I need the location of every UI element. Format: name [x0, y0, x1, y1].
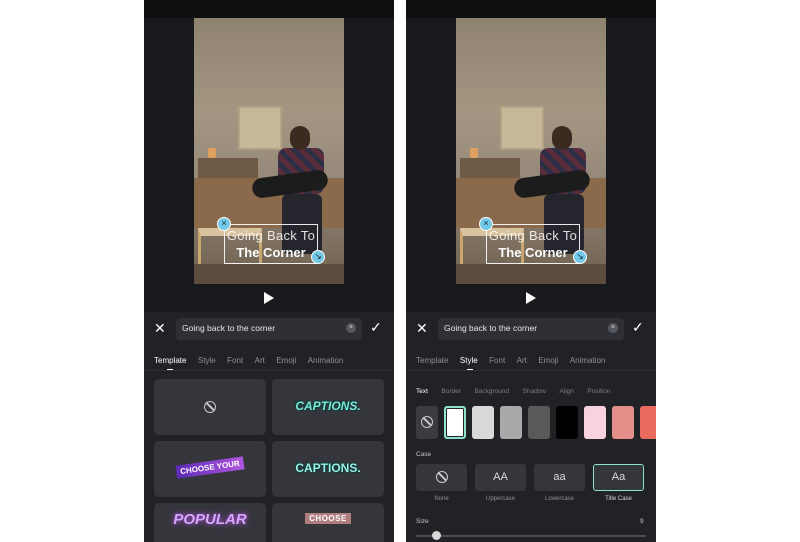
tab-style[interactable]: Style	[198, 356, 216, 365]
template-label: CAPTIONS.	[295, 399, 361, 413]
template-none[interactable]	[154, 379, 266, 435]
template-label: POPULAR	[173, 511, 247, 528]
color-swatch[interactable]	[640, 406, 656, 439]
template-choose[interactable]: CHOOSE	[272, 503, 384, 542]
caption-text-box[interactable]: Going Back To The Corner	[224, 224, 318, 264]
status-bar	[144, 0, 394, 18]
caption-text-value: Going back to the corner	[444, 323, 538, 333]
divider	[144, 370, 394, 371]
caption-resize-handle[interactable]: ↘	[311, 250, 325, 264]
swatch-none[interactable]	[416, 406, 438, 439]
subtab-text[interactable]: Text	[416, 388, 428, 395]
tab-emoji[interactable]: Emoji	[276, 356, 296, 365]
size-slider-thumb[interactable]	[432, 531, 441, 540]
tab-animation[interactable]: Animation	[308, 356, 344, 365]
video-preview[interactable]: Going Back To The Corner × ↘	[456, 18, 606, 284]
tab-emoji[interactable]: Emoji	[538, 356, 558, 365]
clear-icon[interactable]: ×	[346, 323, 356, 333]
tab-art[interactable]: Art	[255, 356, 265, 365]
shelf	[198, 158, 258, 180]
tab-style[interactable]: Style	[460, 356, 478, 371]
text-edit-panel: ✕ Going back to the corner × ✓ Template …	[406, 312, 656, 542]
color-swatch[interactable]	[472, 406, 494, 439]
close-icon[interactable]: ✕	[416, 321, 428, 335]
style-subtab-bar: Text Border Background Shadow Align Posi…	[416, 380, 620, 398]
floor	[456, 264, 606, 284]
shelf	[460, 158, 520, 180]
subtab-border[interactable]: Border	[441, 388, 461, 395]
tab-art[interactable]: Art	[517, 356, 527, 365]
tab-template[interactable]: Template	[154, 356, 186, 371]
size-value: 9	[640, 518, 644, 525]
size-label: Size	[416, 518, 429, 525]
case-none-label: None	[434, 496, 449, 502]
caption-delete-handle[interactable]: ×	[217, 217, 231, 231]
caption-text-input[interactable]: Going back to the corner ×	[176, 318, 362, 340]
case-label: Case	[416, 451, 432, 458]
case-titlecase-label: Title Case	[605, 496, 632, 502]
text-edit-panel: ✕ Going back to the corner × ✓ Template …	[144, 312, 394, 542]
caption-text-box[interactable]: Going Back To The Corner	[486, 224, 580, 264]
caption-delete-handle[interactable]: ×	[479, 217, 493, 231]
caption-line-2: The Corner	[498, 245, 568, 260]
tab-font[interactable]: Font	[227, 356, 243, 365]
tab-animation[interactable]: Animation	[570, 356, 606, 365]
caption-text-value: Going back to the corner	[182, 323, 276, 333]
case-uppercase-option[interactable]: AA	[475, 464, 526, 491]
caption-resize-handle[interactable]: ↘	[573, 250, 587, 264]
template-label: CHOOSE	[305, 513, 351, 524]
template-choose-your[interactable]: CHOOSE YOUR	[154, 441, 266, 497]
color-swatch[interactable]	[500, 406, 522, 439]
template-label: CHOOSE YOUR	[175, 456, 245, 479]
template-popular[interactable]: POPULAR	[154, 503, 266, 542]
clear-icon[interactable]: ×	[608, 323, 618, 333]
phone-screen-template: Going Back To The Corner × ↘ ✕ Going bac…	[144, 0, 394, 542]
template-captions-light[interactable]: CAPTIONS.	[272, 441, 384, 497]
case-titlecase-option[interactable]: Aa	[593, 464, 644, 491]
close-icon[interactable]: ✕	[154, 321, 166, 335]
none-icon	[204, 401, 216, 413]
caption-line-1: Going Back To	[226, 228, 316, 243]
head	[290, 126, 310, 150]
none-icon	[421, 416, 433, 428]
template-captions-teal[interactable]: CAPTIONS.	[272, 379, 384, 435]
head	[552, 126, 572, 150]
caption-line-1: Going Back To	[488, 228, 578, 243]
color-swatch[interactable]	[584, 406, 606, 439]
video-preview[interactable]: Going Back To The Corner × ↘	[194, 18, 344, 284]
phone-screen-style: Going Back To The Corner × ↘ ✕ Going bac…	[406, 0, 656, 542]
tab-template[interactable]: Template	[416, 356, 448, 365]
tab-font[interactable]: Font	[489, 356, 505, 365]
case-lowercase-label: Lowercase	[544, 496, 574, 502]
subtab-background[interactable]: Background	[474, 388, 509, 395]
edit-row: ✕ Going back to the corner × ✓	[144, 318, 394, 340]
none-icon	[435, 471, 448, 484]
case-none-option[interactable]	[416, 464, 467, 491]
color-swatch[interactable]	[444, 406, 466, 439]
tab-bar: Template Style Font Art Emoji Animation	[416, 350, 612, 371]
color-swatch[interactable]	[528, 406, 550, 439]
caption-text-input[interactable]: Going back to the corner ×	[438, 318, 624, 340]
floor	[194, 264, 344, 284]
confirm-icon[interactable]: ✓	[632, 320, 644, 334]
tab-bar: Template Style Font Art Emoji Animation	[154, 350, 350, 371]
play-icon[interactable]	[264, 292, 274, 304]
case-lowercase-option[interactable]: aa	[534, 464, 585, 491]
template-label: CAPTIONS.	[295, 461, 361, 475]
lamp	[208, 148, 216, 158]
size-slider-track[interactable]	[416, 535, 646, 537]
edit-row: ✕ Going back to the corner × ✓	[406, 318, 656, 340]
divider	[406, 370, 656, 371]
confirm-icon[interactable]: ✓	[370, 320, 382, 334]
subtab-shadow[interactable]: Shadow	[523, 388, 547, 395]
caption-line-2: The Corner	[236, 245, 306, 260]
lamp	[470, 148, 478, 158]
play-icon[interactable]	[526, 292, 536, 304]
case-uppercase-label: Uppercase	[485, 496, 515, 502]
subtab-align[interactable]: Align	[559, 388, 573, 395]
color-swatch[interactable]	[556, 406, 578, 439]
subtab-position[interactable]: Position	[587, 388, 610, 395]
status-bar	[406, 0, 656, 18]
color-swatch[interactable]	[612, 406, 634, 439]
